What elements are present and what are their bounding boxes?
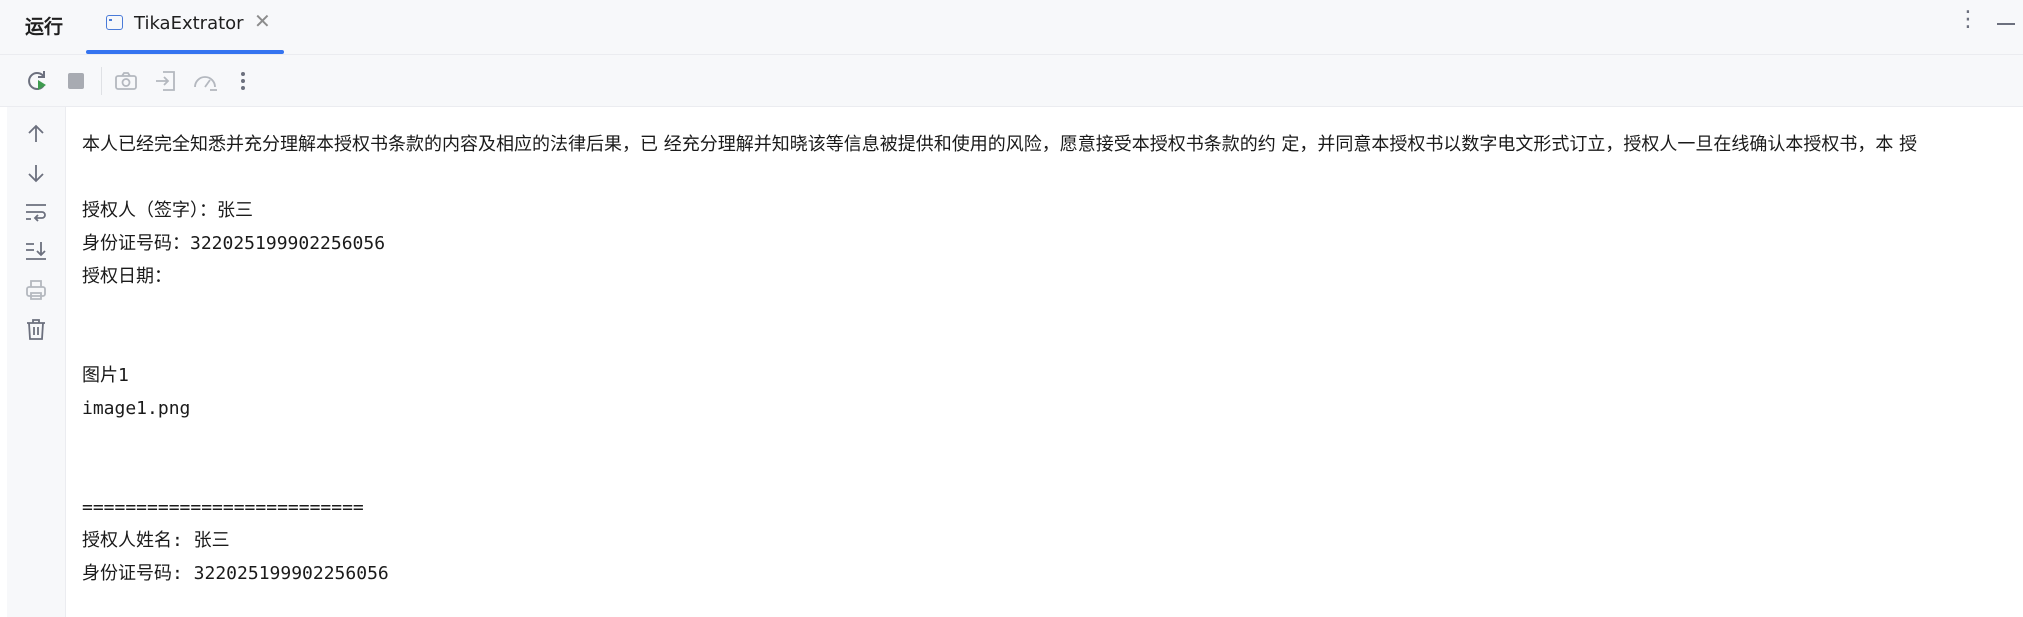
exit-icon[interactable] (153, 68, 179, 94)
console-line: 本人已经完全知悉并充分理解本授权书条款的内容及相应的法律后果，已 经充分理解并知… (82, 134, 1918, 155)
rerun-icon[interactable] (24, 68, 50, 94)
console-line: 身份证号码：322025199902256056 (82, 233, 386, 254)
trash-icon[interactable] (23, 316, 49, 342)
application-window-icon (106, 15, 123, 30)
active-tab-indicator (86, 50, 284, 54)
arrow-down-icon[interactable] (23, 160, 49, 186)
arrow-up-icon[interactable] (23, 121, 49, 147)
run-tool-window: 运行 TikaExtrator ✕ ⋮ 本人已经完全知悉并充分理解本授权书条款的… (0, 0, 2023, 617)
console-line: image1.png (82, 398, 191, 419)
soft-wrap-icon[interactable] (23, 199, 49, 225)
panel-title: 运行 (25, 16, 64, 38)
console-line: 图片1 (82, 365, 129, 386)
scroll-to-end-icon[interactable] (23, 238, 49, 264)
more-icon[interactable] (230, 68, 256, 94)
profiler-icon[interactable] (192, 68, 218, 94)
more-options-icon[interactable]: ⋮ (1957, 9, 1979, 31)
tab-label: TikaExtrator (134, 13, 244, 34)
console-output[interactable]: 本人已经完全知悉并充分理解本授权书条款的内容及相应的法律后果，已 经充分理解并知… (66, 107, 2023, 617)
minimize-icon[interactable] (1997, 23, 2015, 25)
console-side-toolbar (7, 107, 66, 617)
toolbar-separator (101, 67, 102, 95)
stop-icon[interactable] (63, 68, 89, 94)
run-toolbar (0, 55, 2023, 107)
camera-icon[interactable] (113, 68, 139, 94)
console-line: 授权人（签字）：张三 (82, 200, 253, 221)
console-line: 授权人姓名: 张三 (82, 530, 230, 551)
console-line: 授权日期： (82, 266, 172, 287)
print-icon[interactable] (23, 277, 49, 303)
console-line: ========================== (82, 497, 364, 518)
console-line: 身份证号码: 322025199902256056 (82, 563, 389, 584)
close-icon[interactable]: ✕ (254, 11, 271, 31)
tool-window-header: 运行 TikaExtrator ✕ ⋮ (0, 0, 2023, 55)
tab-tikaextrator[interactable]: TikaExtrator ✕ (86, 0, 284, 54)
